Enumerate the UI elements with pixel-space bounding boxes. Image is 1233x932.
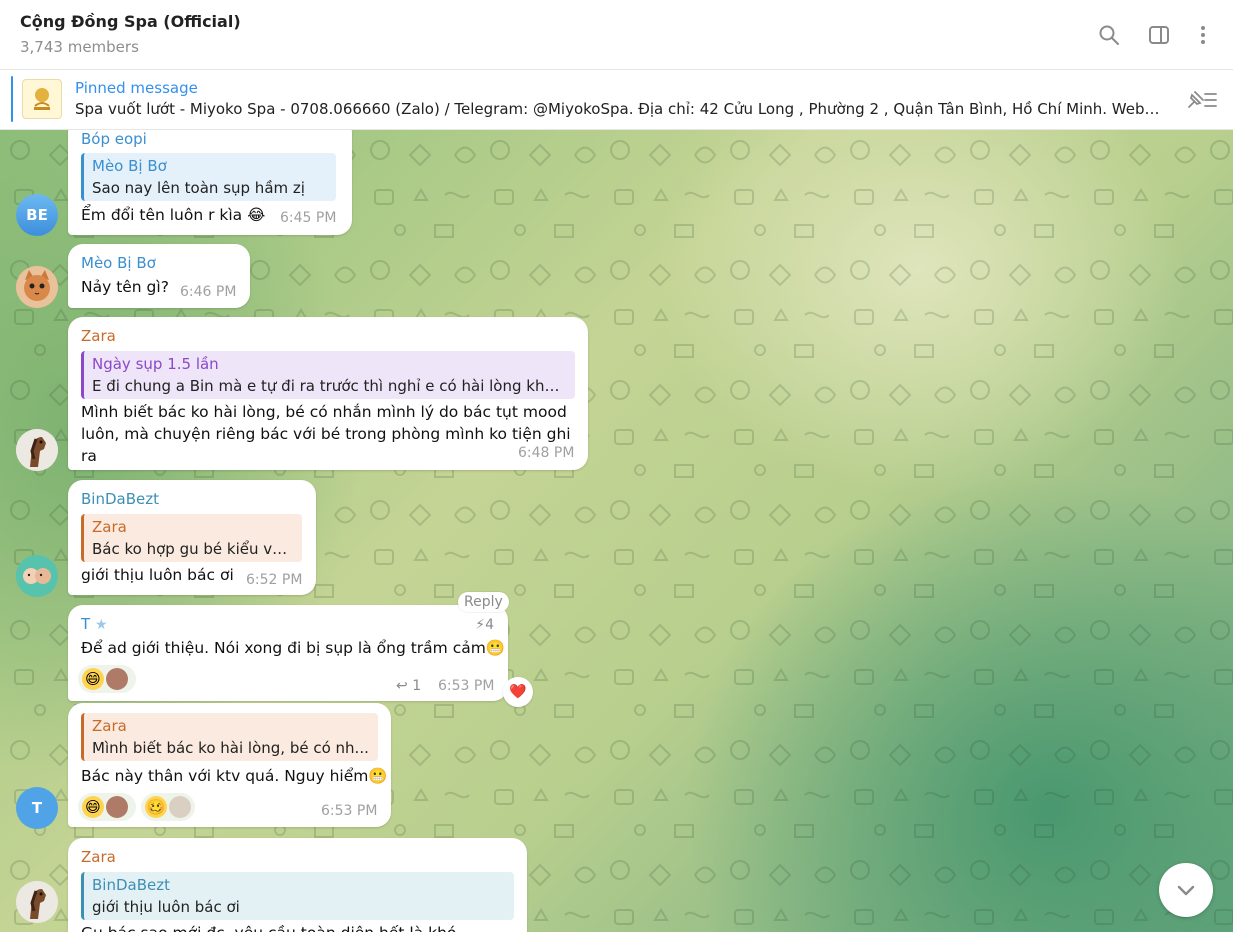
reply-text: Sao nay lên toàn sụp hầm zị xyxy=(92,179,305,197)
avatar[interactable] xyxy=(16,881,58,923)
reply-text: giới thịu luôn bác ơi xyxy=(92,898,240,916)
sidebar-toggle-icon[interactable] xyxy=(1146,22,1172,48)
message-text: Để ad giới thiệu. Nói xong đi bị sụp là … xyxy=(81,639,506,657)
group-avatar-icon xyxy=(16,555,58,597)
message-text: Gu bác sao mới đc, yêu cầu toàn diện hết… xyxy=(81,922,456,932)
message-text-line: Mình biết bác ko hài lòng, bé có nhắn mì… xyxy=(81,403,567,421)
chat-title[interactable]: Cộng Đồng Spa (Official) xyxy=(20,12,241,31)
message-bubble[interactable]: Zara Mình biết bác ko hài lòng, bé có nh… xyxy=(68,703,391,827)
reactions[interactable]: 😄 xyxy=(78,665,136,693)
pinned-message-bar[interactable]: Pinned message Spa vuốt lướt - Miyoko Sp… xyxy=(0,70,1233,130)
reply-text: Bác ko hợp gu bé kiểu vậ... xyxy=(92,540,294,558)
message-bubble[interactable]: Bóp eopi Mèo Bị Bơ Sao nay lên toàn sụp … xyxy=(68,130,352,235)
avatar-initials: T xyxy=(31,799,43,817)
message-time: 6:46 PM xyxy=(180,284,237,300)
avatar[interactable]: BE xyxy=(16,194,58,236)
reply-text: Mình biết bác ko hài lòng, bé có nh... xyxy=(92,739,369,757)
message-bubble[interactable]: Zara Ngày sụp 1.5 lần E đi chung a Bin m… xyxy=(68,317,588,470)
chat-area[interactable]: Bóp eopi Mèo Bị Bơ Sao nay lên toàn sụp … xyxy=(0,130,1233,932)
reply-sender: Zara xyxy=(92,518,127,536)
reply-sender: Ngày sụp 1.5 lần xyxy=(92,355,219,373)
reply-button[interactable]: Reply xyxy=(458,592,509,612)
grin-emoji-icon: 😄 xyxy=(82,668,104,690)
pinned-thumbnail xyxy=(22,79,62,119)
chevron-down-icon xyxy=(1177,885,1195,896)
smile-emoji-icon: 🥴 xyxy=(145,796,167,818)
heart-reaction-icon[interactable]: ❤️ xyxy=(503,677,533,707)
reply-quote[interactable]: BinDaBezt giới thịu luôn bác ơi xyxy=(81,872,514,920)
avatar[interactable] xyxy=(16,555,58,597)
cat-avatar-icon xyxy=(16,266,58,308)
grin-emoji-icon: 😄 xyxy=(82,796,104,818)
message-bubble[interactable]: Mèo Bị Bơ Nảy tên gì? 6:46 PM xyxy=(68,244,250,308)
message-time: 6:53 PM xyxy=(321,803,378,819)
sender-name[interactable]: Bóp eopi xyxy=(81,130,147,148)
message-bubble[interactable]: Zara BinDaBezt giới thịu luôn bác ơi Gu … xyxy=(68,838,527,932)
message-text: Bác này thân với ktv quá. Nguy hiểm😬 xyxy=(81,767,388,785)
sender-name[interactable]: Mèo Bị Bơ xyxy=(81,254,156,272)
member-count: 3,743 members xyxy=(20,38,139,56)
horse-avatar-icon xyxy=(16,881,58,923)
message-time: 6:52 PM xyxy=(246,572,303,588)
user-avatar-icon xyxy=(169,796,191,818)
heart-emoji: ❤️ xyxy=(509,684,527,700)
boost-count: ⚡4 xyxy=(475,617,494,633)
reply-sender: BinDaBezt xyxy=(92,876,170,894)
message-text: Nảy tên gì? xyxy=(81,278,169,296)
user-avatar-icon xyxy=(106,668,128,690)
user-avatar-icon xyxy=(106,796,128,818)
sender-name[interactable]: Zara xyxy=(81,327,116,345)
pinned-title: Pinned message xyxy=(75,79,198,97)
message-time: 6:48 PM xyxy=(518,445,575,461)
reply-quote[interactable]: Ngày sụp 1.5 lần E đi chung a Bin mà e t… xyxy=(81,351,575,399)
chat-header: Cộng Đồng Spa (Official) 3,743 members xyxy=(0,0,1233,70)
reply-quote[interactable]: Mèo Bị Bơ Sao nay lên toàn sụp hầm zị xyxy=(81,153,336,201)
horse-avatar-icon xyxy=(16,429,58,471)
message-text: giới thịu luôn bác ơi xyxy=(81,566,234,584)
reply-quote[interactable]: Zara Bác ko hợp gu bé kiểu vậ... xyxy=(81,514,302,562)
reactions[interactable]: 😄 xyxy=(78,793,136,821)
reactions[interactable]: 🥴 xyxy=(141,793,195,821)
reply-text: E đi chung a Bin mà e tự đi ra trước thì… xyxy=(92,377,567,395)
reply-count-value: 1 xyxy=(412,678,422,694)
avatar[interactable] xyxy=(16,266,58,308)
sender-name[interactable]: BinDaBezt xyxy=(81,490,159,508)
boost-count-value: 4 xyxy=(485,617,494,633)
message-bubble[interactable]: BinDaBezt Zara Bác ko hợp gu bé kiểu vậ.… xyxy=(68,480,316,595)
pinned-text: Spa vuốt lướt - Miyoko Spa - 0708.066660… xyxy=(75,100,1160,118)
message-time: 6:45 PM xyxy=(280,210,337,226)
pinned-list-icon[interactable] xyxy=(1183,87,1219,113)
more-vertical-icon[interactable] xyxy=(1190,22,1216,48)
scroll-to-bottom-button[interactable] xyxy=(1159,863,1213,917)
sender-name[interactable]: T ★ xyxy=(81,615,108,633)
reply-sender: Mèo Bị Bơ xyxy=(92,157,167,175)
reply-quote[interactable]: Zara Mình biết bác ko hài lòng, bé có nh… xyxy=(81,713,378,761)
message-text-line: luôn, mà chuyện riêng bác với bé trong p… xyxy=(81,425,571,465)
message-bubble[interactable]: T ★ ⚡4 Để ad giới thiệu. Nói xong đi bị … xyxy=(68,605,508,701)
avatar[interactable] xyxy=(16,429,58,471)
reply-sender: Zara xyxy=(92,717,127,735)
lightning-icon: ⚡ xyxy=(475,617,486,633)
reply-arrow-icon: ↩ xyxy=(396,678,408,694)
sender-name[interactable]: Zara xyxy=(81,848,116,866)
avatar[interactable]: T xyxy=(16,787,58,829)
sender-name-text: T xyxy=(81,615,91,633)
star-icon: ★ xyxy=(94,617,108,633)
avatar-initials: BE xyxy=(26,206,48,224)
reply-count[interactable]: ↩ 1 xyxy=(396,678,421,694)
search-icon[interactable] xyxy=(1096,22,1122,48)
message-text: Ểm đổi tên luôn r kìa 😂 xyxy=(81,206,266,224)
pinned-indicator xyxy=(11,76,13,122)
message-time: 6:53 PM xyxy=(438,678,495,694)
